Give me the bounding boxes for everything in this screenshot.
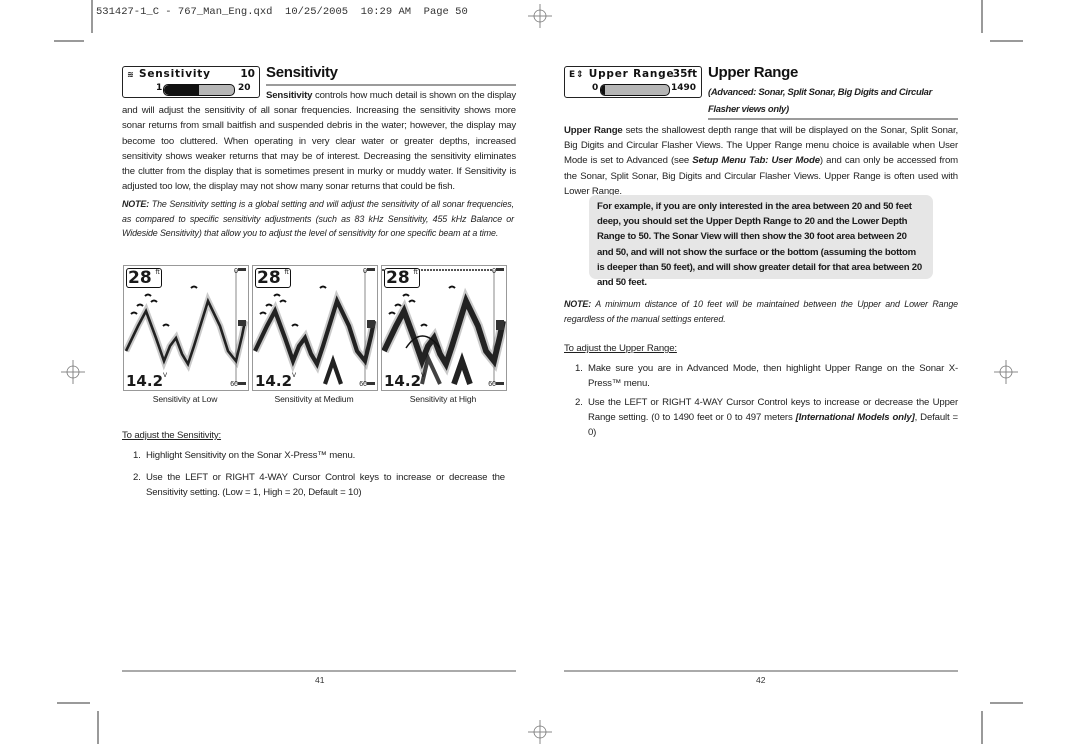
depth-readout: 28 ft <box>384 268 420 288</box>
upper-range-slider-fill <box>601 85 605 95</box>
depth-value: 28 <box>386 268 410 288</box>
page-number: 41 <box>315 675 325 685</box>
intro-text: controls how much detail is shown on the… <box>122 90 516 193</box>
step-number: 2. <box>133 472 141 483</box>
voltage-unit: V <box>163 372 168 379</box>
step-number: 2. <box>575 397 583 408</box>
cross-reference: Setup Menu Tab: User Mode <box>692 155 820 167</box>
step-number: 1. <box>133 450 141 461</box>
procedure-step: 1. Make sure you are in Advanced Mode, t… <box>575 361 958 391</box>
depth-unit: ft <box>413 269 418 276</box>
step-text: Use the LEFT or RIGHT 4-WAY Cursor Contr… <box>588 395 958 441</box>
sonar-screenshot: 28 ft 14.2V 0 60 <box>381 265 507 391</box>
crop-mark <box>97 711 99 744</box>
step-text: Make sure you are in Advanced Mode, then… <box>588 363 958 390</box>
voltage-unit: V <box>292 372 297 379</box>
sensitivity-intro: Sensitivity controls how much detail is … <box>122 88 516 194</box>
crop-mark <box>990 702 1023 704</box>
registration-mark-icon <box>528 720 552 744</box>
example-callout: For example, if you are only interested … <box>589 195 933 288</box>
voltage-value: 14.2 <box>126 372 164 390</box>
sensitivity-menu-label: ≋ Sensitivity <box>127 68 211 80</box>
sensitivity-menu-value: 10 <box>240 68 255 80</box>
step-text: Use the LEFT or RIGHT 4-WAY Cursor Contr… <box>146 472 505 499</box>
upper-range-intro: Upper Range sets the shallowest depth ra… <box>564 123 958 199</box>
figure-caption: Sensitivity at Low <box>152 394 218 404</box>
section-subheading: (Advanced: Sonar, Split Sonar, Big Digit… <box>708 86 932 114</box>
procedure-title: To adjust the Sensitivity: <box>122 430 222 441</box>
sensitivity-note: NOTE: The Sensitivity setting is a globa… <box>122 197 514 241</box>
upper-range-menu-value: 35ft <box>672 68 697 80</box>
depth-value: 28 <box>257 268 281 288</box>
intro-term: Upper Range <box>564 125 623 136</box>
crop-mark <box>990 40 1023 42</box>
depth-readout: 28 ft <box>126 268 162 288</box>
crop-mark <box>981 711 983 744</box>
voltage-unit: V <box>421 372 426 379</box>
section-heading-sensitivity: Sensitivity <box>266 64 338 81</box>
procedure-step: 2. Use the LEFT or RIGHT 4-WAY Cursor Co… <box>575 395 958 441</box>
footer-rule <box>122 670 516 672</box>
advanced-updown-icon: E⇕ <box>569 70 585 80</box>
crop-mark <box>57 702 90 704</box>
voltage-value: 14.2 <box>384 372 422 390</box>
depth-scale-bottom: 60 <box>359 381 367 388</box>
procedure-step: 1. Highlight Sensitivity on the Sonar X-… <box>133 448 513 463</box>
depth-unit: ft <box>284 269 289 276</box>
voltage-readout: 14.2V <box>384 372 425 390</box>
upper-range-max: 1490 <box>671 83 697 93</box>
intro-term: Sensitivity <box>266 90 313 101</box>
page-number: 42 <box>756 675 766 685</box>
section-heading-upper-range: Upper Range <box>708 64 799 81</box>
step-number: 1. <box>575 363 583 374</box>
crop-mark <box>981 0 983 33</box>
procedure-title: To adjust the Upper Range: <box>564 343 677 354</box>
upper-range-min: 0 <box>592 83 599 93</box>
registration-mark-icon <box>528 4 552 28</box>
registration-mark-icon <box>61 360 85 384</box>
sonar-screenshot: 28 ft 14.2V 0 60 <box>123 265 249 391</box>
voltage-readout: 14.2V <box>126 372 167 390</box>
voltage-value: 14.2 <box>255 372 293 390</box>
procedure-step: 2. Use the LEFT or RIGHT 4-WAY Cursor Co… <box>133 470 505 500</box>
figure-caption: Sensitivity at Medium <box>274 394 354 404</box>
print-slug: 531427-1_C - 767_Man_Eng.qxd 10/25/2005 … <box>96 6 468 18</box>
step-text: Highlight Sensitivity on the Sonar X-Pre… <box>146 450 356 461</box>
figure-caption: Sensitivity at High <box>409 394 477 404</box>
crop-mark <box>91 0 93 33</box>
depth-scale-bottom: 60 <box>230 381 238 388</box>
sensitivity-icon: ≋ <box>127 70 135 79</box>
upper-range-menu-widget: E⇕ Upper Range 35ft 0 1490 <box>564 66 702 98</box>
voltage-readout: 14.2V <box>255 372 296 390</box>
upper-range-slider <box>600 84 670 96</box>
registration-mark-icon <box>994 360 1018 384</box>
depth-scale-bottom: 60 <box>488 381 496 388</box>
heading-rule <box>266 84 516 86</box>
depth-value: 28 <box>128 268 152 288</box>
footer-rule <box>564 670 958 672</box>
upper-range-menu-label: E⇕ Upper Range <box>569 68 675 80</box>
note-label: NOTE: <box>122 199 150 209</box>
depth-scale-top: 0 <box>363 268 367 275</box>
note-text: A minimum distance of 10 feet will be ma… <box>564 299 958 324</box>
depth-unit: ft <box>155 269 160 276</box>
depth-scale-top: 0 <box>234 268 238 275</box>
note-label: NOTE: <box>564 299 592 309</box>
depth-scale-top: 0 <box>492 268 496 275</box>
depth-readout: 28 ft <box>255 268 291 288</box>
heading-rule <box>708 118 958 120</box>
step-emphasis: [International Models only] <box>795 412 915 424</box>
sonar-screenshot: 28 ft 14.2V 0 60 <box>252 265 378 391</box>
upper-range-note: NOTE: A minimum distance of 10 feet will… <box>564 297 958 326</box>
crop-mark <box>54 40 84 42</box>
note-text: The Sensitivity setting is a global sett… <box>122 199 514 239</box>
